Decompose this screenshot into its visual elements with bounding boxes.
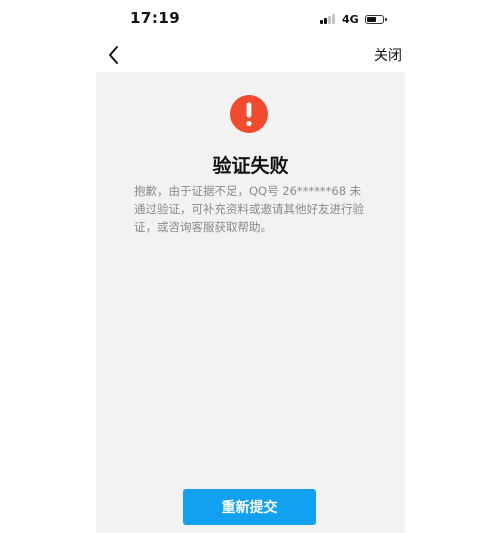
content-card: 验证失败 抱歉，由于证据不足，QQ号 26******68 未通过验证，可补充资… bbox=[96, 72, 405, 533]
resubmit-button[interactable]: 重新提交 bbox=[183, 489, 316, 525]
signal-icon bbox=[320, 14, 336, 24]
status-time: 17:19 bbox=[130, 9, 181, 27]
status-bar: 17:19 4G bbox=[0, 0, 500, 40]
signal-bar bbox=[332, 14, 335, 24]
status-indicators: 4G bbox=[320, 12, 387, 26]
nav-bar: 关闭 bbox=[0, 40, 500, 70]
signal-bar bbox=[328, 16, 331, 24]
chevron-left-icon bbox=[109, 46, 118, 64]
signal-bar bbox=[320, 20, 323, 24]
page-title: 验证失败 bbox=[212, 155, 289, 177]
exclamation-circle-icon bbox=[230, 95, 268, 133]
battery-fill bbox=[366, 16, 376, 22]
battery-icon bbox=[364, 14, 387, 24]
network-type: 4G bbox=[342, 12, 359, 26]
close-button[interactable]: 关闭 bbox=[352, 45, 402, 65]
screen: 17:19 4G 关闭 验证失败 抱歉，由于证据不足，QQ号 26******6… bbox=[0, 0, 500, 533]
failure-message: 抱歉，由于证据不足，QQ号 26******68 未通过验证，可补充资料或邀请其… bbox=[134, 184, 364, 234]
signal-bar bbox=[324, 18, 327, 24]
battery-tip bbox=[384, 17, 387, 21]
back-button[interactable] bbox=[102, 43, 126, 67]
